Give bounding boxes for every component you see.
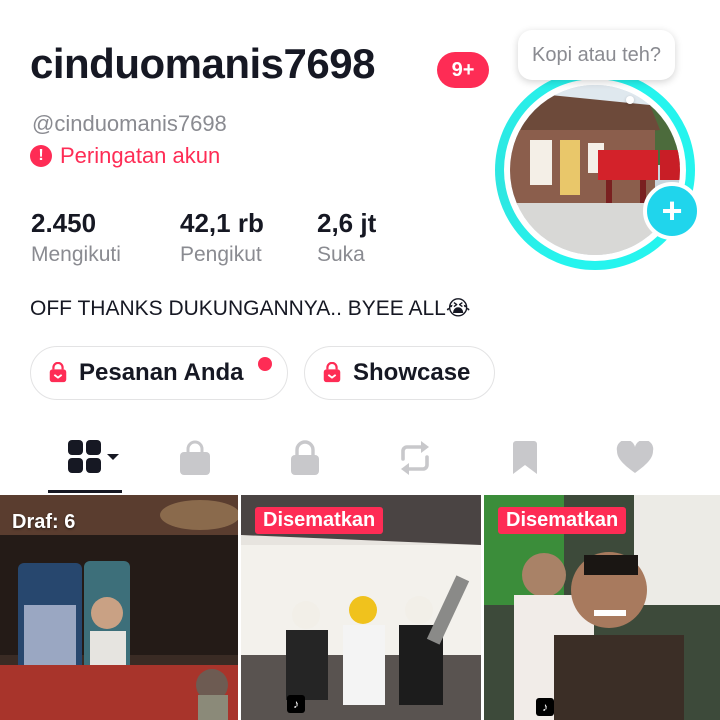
tiktok-logo-icon: ♪ [287,695,305,713]
tiktok-logo-icon: ♪ [536,698,554,716]
video-tile-pinned-2[interactable]: Disematkan ♪ [484,495,720,720]
followers-count: 42,1 rb [180,208,264,238]
stat-followers[interactable]: 42,1 rb Pengikut [180,208,264,267]
active-tab-indicator [48,490,122,493]
showcase-label: Showcase [353,359,471,386]
pinned-badge: Disematkan [255,507,384,534]
heart-icon [616,441,654,473]
grid-icon [68,440,119,473]
tab-videos[interactable] [64,436,124,480]
tab-saved[interactable] [500,436,550,480]
draft-count-label: Draf: 6 [12,511,76,533]
alert-icon: ! [30,145,52,167]
followers-label: Pengikut [180,243,262,266]
add-story-button[interactable]: + [643,182,701,240]
following-count: 2.450 [31,208,97,238]
avatar[interactable] [495,70,695,270]
tab-private[interactable] [280,436,330,480]
tab-liked[interactable] [610,436,660,480]
orders-label: Pesanan Anda [79,359,244,386]
stat-following[interactable]: 2.450 Mengikuti [31,208,121,267]
likes-label: Suka [317,243,365,266]
shopping-bag-icon [49,362,67,383]
lock-icon [291,440,319,475]
notification-badge[interactable]: 9+ [437,52,489,88]
account-warning[interactable]: ! Peringatan akun [30,143,220,169]
pinned-badge: Disematkan [498,507,627,534]
profile-bio: OFF THANKS DUKUNGANNYA.. BYEE ALL😭 [30,297,471,320]
tab-shop[interactable] [170,436,220,480]
bubble-tail-dot [626,96,634,104]
following-label: Mengikuti [31,243,121,266]
tab-reposts[interactable] [390,436,440,480]
bookmark-icon [513,441,537,474]
showcase-button[interactable]: Showcase [304,346,495,400]
shopping-bag-icon [323,362,341,383]
likes-count: 2,6 jt [317,208,377,238]
video-tile-pinned-1[interactable]: Disematkan ♪ [241,495,481,720]
orders-notification-dot [258,357,272,371]
orders-button[interactable]: Pesanan Anda [30,346,288,400]
stat-likes[interactable]: 2,6 jt Suka [317,208,376,267]
profile-handle: @cinduomanis7698 [32,111,227,136]
shopping-bag-icon [180,440,210,475]
account-warning-label: Peringatan akun [60,143,221,168]
video-tile-draft[interactable]: Draf: 6 [0,495,238,720]
status-bubble[interactable]: Kopi atau teh? [518,30,675,80]
repost-icon [401,441,429,475]
profile-username: cinduomanis7698 [30,40,375,87]
